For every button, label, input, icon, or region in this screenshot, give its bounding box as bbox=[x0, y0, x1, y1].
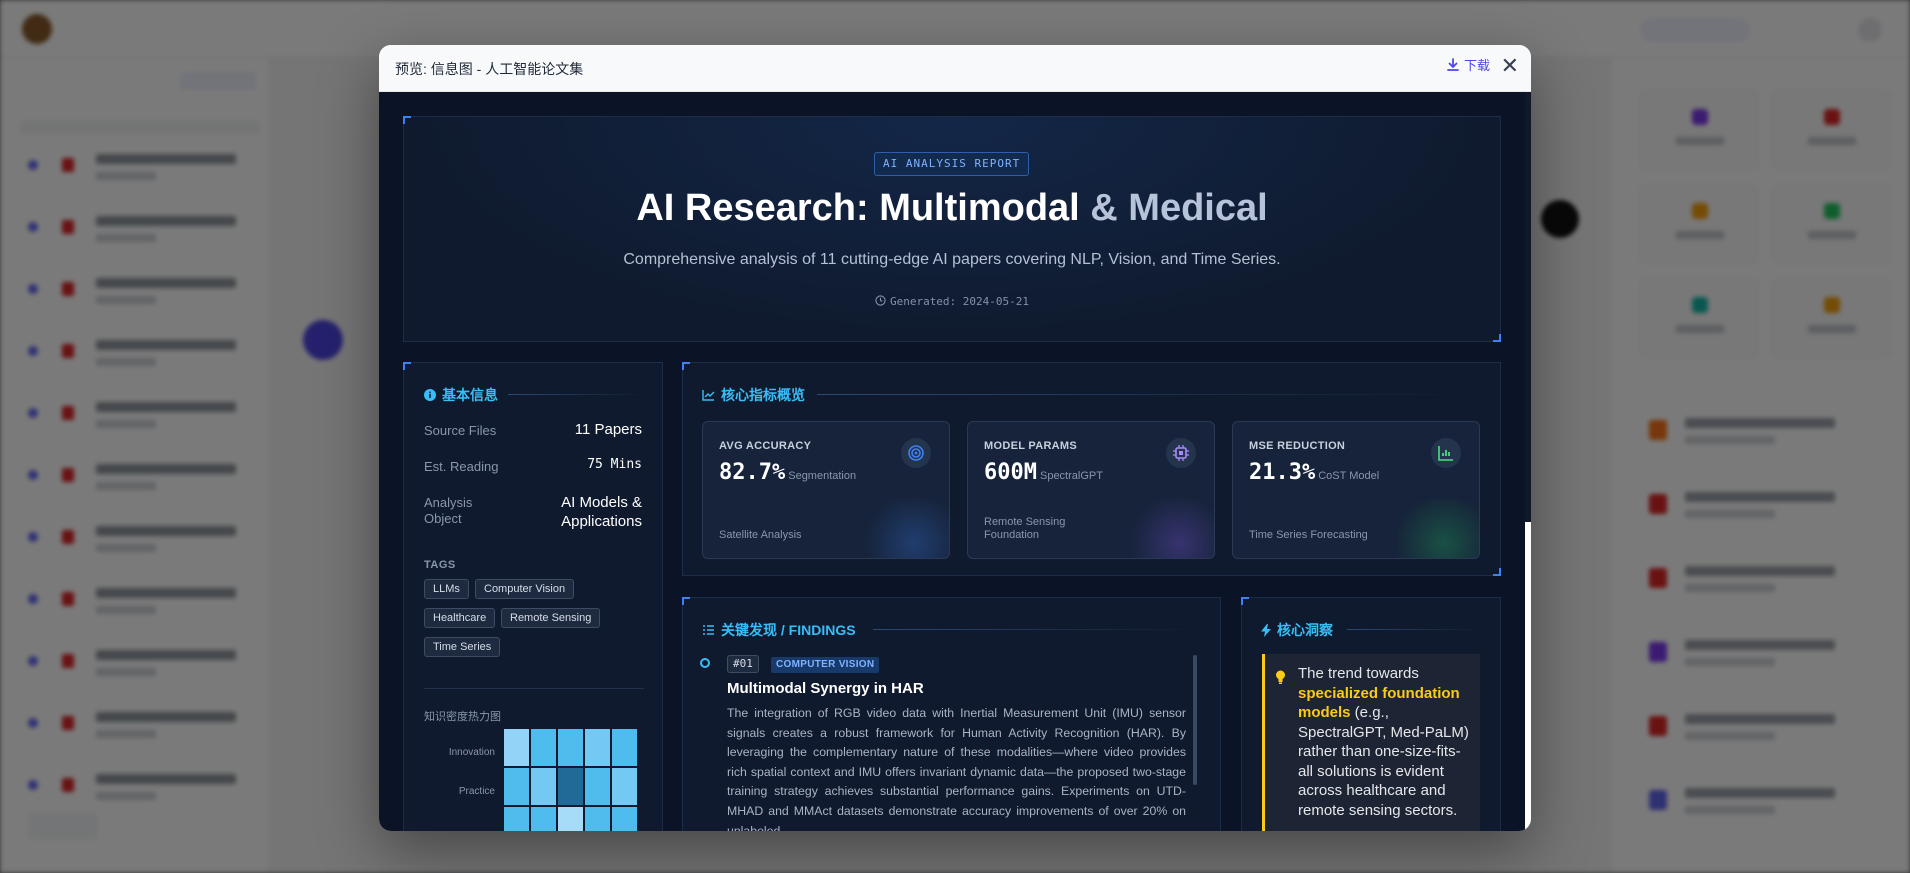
info-value-source-files: 11 Papers bbox=[574, 421, 642, 438]
heatmap-cell bbox=[531, 768, 556, 805]
basic-info-title: 基本信息 bbox=[424, 385, 498, 405]
report-tag: AI ANALYSIS REPORT bbox=[874, 152, 1030, 176]
insight-callout: The trend towards specialized foundation… bbox=[1262, 654, 1480, 831]
heatmap-cell bbox=[612, 768, 637, 805]
heatmap-cell bbox=[612, 807, 637, 831]
info-key-analysis-object: Analysis Object bbox=[424, 495, 473, 526]
list-icon bbox=[703, 625, 714, 635]
tag-remote-sensing[interactable]: Remote Sensing bbox=[501, 608, 601, 628]
insight-text: The trend towards specialized foundation… bbox=[1298, 665, 1469, 819]
metrics-panel: 核心指标概览 AVG ACCURACY 82.7% Segmentation Sa… bbox=[682, 362, 1501, 576]
metric-value: 82.7% Segmentation bbox=[719, 460, 857, 485]
finding-text: The integration of RGB video data with I… bbox=[727, 706, 1186, 831]
heatmap-cell bbox=[531, 807, 556, 831]
modal-header: 预览: 信息图 - 人工智能论文集 下载 ✕ bbox=[379, 45, 1531, 92]
heatmap-cell bbox=[585, 768, 610, 805]
timeline-dot bbox=[700, 658, 710, 668]
heatmap-cell bbox=[585, 729, 610, 766]
report-title: AI Research: Multimodal & Medical bbox=[636, 187, 1268, 229]
lightning-icon bbox=[1261, 623, 1271, 637]
metric-label: MSE REDUCTION bbox=[1249, 440, 1346, 452]
metric-card-accuracy: AVG ACCURACY 82.7% Segmentation Satellite… bbox=[702, 421, 950, 559]
heatmap-cell bbox=[504, 807, 529, 831]
heatmap-cell bbox=[558, 768, 583, 805]
section-divider bbox=[873, 629, 1203, 630]
generated-date: Generated: 2024-05-21 bbox=[404, 295, 1500, 308]
download-icon bbox=[1447, 57, 1459, 71]
line-chart-icon bbox=[702, 390, 715, 401]
info-divider bbox=[424, 688, 644, 689]
tag-llms[interactable]: LLMs bbox=[424, 579, 469, 599]
download-label: 下载 bbox=[1463, 58, 1490, 73]
metric-note: Time Series Forecasting bbox=[1249, 529, 1368, 541]
metrics-title: 核心指标概览 bbox=[702, 385, 805, 405]
finding-number: #01 bbox=[727, 655, 759, 673]
tag-healthcare[interactable]: Healthcare bbox=[424, 608, 496, 628]
modal-title: 预览: 信息图 - 人工智能论文集 bbox=[395, 61, 584, 77]
heatmap-cell bbox=[585, 807, 610, 831]
chart-icon bbox=[1431, 438, 1461, 468]
info-key-reading: Est. Reading bbox=[424, 459, 499, 474]
chip-icon bbox=[1166, 438, 1196, 468]
metric-card-mse: MSE REDUCTION 21.3% CoST Model Time Serie… bbox=[1232, 421, 1480, 559]
tags-heading: TAGS bbox=[424, 559, 456, 571]
target-icon bbox=[901, 438, 931, 468]
metric-note: Satellite Analysis bbox=[719, 529, 802, 541]
heatmap-title: 知识密度热力图 bbox=[424, 711, 501, 723]
heatmap-cell bbox=[504, 729, 529, 766]
preview-modal: 预览: 信息图 - 人工智能论文集 下载 ✕ AI ANALYSIS REPOR… bbox=[379, 45, 1531, 831]
metric-value: 600M SpectralGPT bbox=[984, 460, 1103, 485]
section-divider bbox=[1347, 629, 1482, 630]
metric-card-params: MODEL PARAMS 600M SpectralGPT Remote Sens… bbox=[967, 421, 1215, 559]
info-icon bbox=[424, 389, 436, 401]
findings-panel[interactable]: 关键发现 / FINDINGS #01 COMPUTER VISION Mult… bbox=[682, 597, 1221, 831]
clock-icon bbox=[875, 295, 886, 306]
report-subtitle: Comprehensive analysis of 11 cutting-edg… bbox=[623, 251, 1281, 268]
close-icon[interactable]: ✕ bbox=[1501, 55, 1519, 77]
metric-value: 21.3% CoST Model bbox=[1249, 460, 1380, 485]
heatmap-cell bbox=[558, 807, 583, 831]
findings-title: 关键发现 / FINDINGS bbox=[702, 620, 856, 640]
info-value-analysis-object: AI Models & Applications bbox=[561, 494, 642, 530]
tag-computer-vision[interactable]: Computer Vision bbox=[475, 579, 575, 599]
report-hero: AI ANALYSIS REPORT AI Research: Multimod… bbox=[403, 116, 1501, 342]
heatmap-cell bbox=[531, 729, 556, 766]
tag-time-series[interactable]: Time Series bbox=[424, 637, 501, 657]
findings-scrollbar[interactable] bbox=[1193, 655, 1197, 785]
finding-category: COMPUTER VISION bbox=[771, 657, 880, 673]
heatmap-cell bbox=[558, 729, 583, 766]
heatmap-row-label: Practice bbox=[458, 786, 495, 797]
download-button[interactable]: 下载 bbox=[1446, 55, 1490, 74]
metric-note: Remote Sensing Foundation bbox=[984, 516, 1066, 541]
modal-scrollbar[interactable] bbox=[1525, 92, 1531, 831]
lightbulb-icon bbox=[1276, 670, 1285, 684]
finding-title: Multimodal Synergy in HAR bbox=[727, 680, 924, 697]
insight-title: 核心洞察 bbox=[1261, 620, 1333, 640]
info-value-reading: 75 Mins bbox=[587, 457, 642, 472]
basic-info-panel: 基本信息 Source Files 11 Papers Est. Reading… bbox=[403, 362, 663, 831]
heatmap-cell bbox=[504, 768, 529, 805]
heatmap-cell bbox=[612, 729, 637, 766]
section-divider bbox=[508, 394, 644, 395]
infographic-content[interactable]: AI ANALYSIS REPORT AI Research: Multimod… bbox=[379, 92, 1531, 831]
info-key-source-files: Source Files bbox=[424, 423, 497, 438]
metric-label: MODEL PARAMS bbox=[984, 440, 1078, 452]
section-divider bbox=[817, 394, 1477, 395]
heatmap-row-label: Innovation bbox=[448, 747, 495, 758]
metric-label: AVG ACCURACY bbox=[719, 440, 812, 452]
insight-panel: 核心洞察 The trend towards specialized found… bbox=[1241, 597, 1501, 831]
